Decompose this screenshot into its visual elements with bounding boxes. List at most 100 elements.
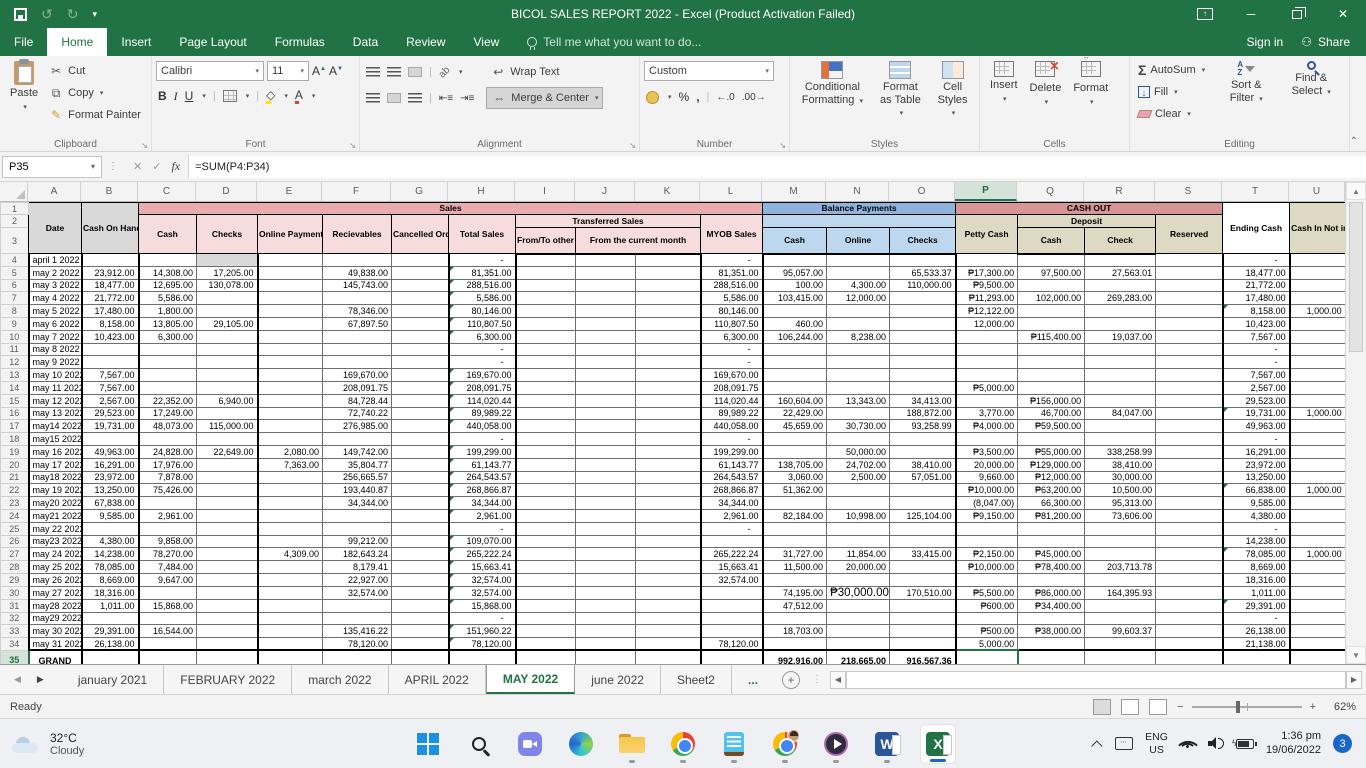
cell-T22[interactable]: 66,838.00 xyxy=(1222,483,1291,498)
cell-R8[interactable] xyxy=(1084,304,1157,318)
cell-R23[interactable]: 95,313.00 xyxy=(1084,496,1157,510)
cell-J9[interactable] xyxy=(575,316,636,331)
cell-N9[interactable] xyxy=(826,316,891,331)
column-header-S[interactable]: S xyxy=(1155,182,1222,201)
cell-I15[interactable] xyxy=(515,393,576,408)
cell-N23[interactable] xyxy=(826,496,891,510)
cell-J4[interactable] xyxy=(575,253,636,267)
cell-N16[interactable] xyxy=(826,406,891,421)
cell-G20[interactable] xyxy=(391,457,450,472)
header-cell-deposit[interactable]: Deposit xyxy=(1017,214,1157,228)
cell-F18[interactable] xyxy=(322,432,392,446)
cell-B11[interactable] xyxy=(81,342,140,357)
cell-N17[interactable]: 30,730.00 xyxy=(826,419,891,434)
cell-S9[interactable] xyxy=(1155,316,1224,331)
cell-M16[interactable]: 22,429.00 xyxy=(762,406,828,421)
cell-O19[interactable] xyxy=(889,444,957,459)
cell-N30[interactable]: ₱30,000.00 xyxy=(826,585,891,600)
cell-J28[interactable] xyxy=(575,560,636,574)
cell-U13[interactable] xyxy=(1289,368,1345,382)
column-header-Q[interactable]: Q xyxy=(1017,182,1084,201)
cell-M6[interactable]: 100.00 xyxy=(762,278,828,293)
cell-C25[interactable] xyxy=(138,521,197,536)
cell-M12[interactable] xyxy=(762,355,828,370)
cell-P32[interactable] xyxy=(955,611,1019,626)
cell-H29[interactable]: 32,574.00 xyxy=(448,572,517,587)
cell-B12[interactable] xyxy=(81,355,140,370)
cell-R31[interactable] xyxy=(1084,598,1157,613)
cell-U24[interactable] xyxy=(1289,508,1345,523)
cell-S21[interactable] xyxy=(1155,470,1224,485)
cell-L8[interactable]: 80,146.00 xyxy=(699,304,764,318)
cell-N18[interactable] xyxy=(826,432,891,446)
cell-P25[interactable] xyxy=(955,521,1019,536)
cell-B6[interactable]: 18,477.00 xyxy=(81,278,140,293)
cell-N5[interactable] xyxy=(826,265,891,280)
decrease-decimal-icon[interactable]: .00→ xyxy=(742,92,766,103)
cell-P9[interactable]: 12,000.00 xyxy=(955,316,1019,331)
cell-R18[interactable] xyxy=(1084,432,1157,446)
cell-J31[interactable] xyxy=(575,598,636,613)
align-right-icon[interactable] xyxy=(408,93,422,103)
cell-M30[interactable]: 74,195.00 xyxy=(762,585,828,600)
cell-U27[interactable]: 1,000.00 xyxy=(1289,547,1345,562)
cell-F23[interactable]: 34,344.00 xyxy=(322,496,392,510)
cell-G28[interactable] xyxy=(391,560,450,574)
cell-H35[interactable] xyxy=(448,649,517,664)
cell-I9[interactable] xyxy=(515,316,576,331)
cell-I20[interactable] xyxy=(515,457,576,472)
percent-style-icon[interactable]: % xyxy=(679,90,690,104)
cell-Q17[interactable]: ₱59,500.00 xyxy=(1017,419,1086,434)
cell-N32[interactable] xyxy=(826,611,891,626)
cell-N12[interactable] xyxy=(826,355,891,370)
cell-S19[interactable] xyxy=(1155,444,1224,459)
cell-J13[interactable] xyxy=(575,368,636,382)
row-header-34[interactable]: 34 xyxy=(0,637,29,651)
cell-T25[interactable]: - xyxy=(1222,521,1291,536)
cell-S13[interactable] xyxy=(1155,368,1224,382)
fill-color-icon[interactable]: ◇ xyxy=(266,88,275,104)
row-header-33[interactable]: 33 xyxy=(0,624,29,639)
undo-icon[interactable]: ↺ xyxy=(41,7,53,21)
cell-C23[interactable] xyxy=(138,496,197,510)
cell-K18[interactable] xyxy=(635,432,702,446)
cell-S7[interactable] xyxy=(1155,291,1224,306)
cell-L9[interactable]: 110,807.50 xyxy=(699,316,764,331)
cell-S27[interactable] xyxy=(1155,547,1224,562)
cell-B19[interactable]: 49,963.00 xyxy=(81,444,140,459)
cell-R19[interactable]: 338,258.99 xyxy=(1084,444,1157,459)
cell-O9[interactable] xyxy=(889,316,957,331)
cell-F29[interactable]: 22,927.00 xyxy=(322,572,392,587)
cell-M19[interactable] xyxy=(762,444,828,459)
cell-I5[interactable] xyxy=(515,265,576,280)
cell-D11[interactable] xyxy=(196,342,259,357)
cell-Q35[interactable] xyxy=(1017,649,1086,664)
cell-D7[interactable] xyxy=(196,291,259,306)
cell-J25[interactable] xyxy=(575,521,636,536)
cell-D34[interactable] xyxy=(196,637,259,651)
cell-A22[interactable]: may 19 2022 xyxy=(27,483,83,498)
cell-A5[interactable]: may 2 2022 xyxy=(27,265,83,280)
cell-I24[interactable] xyxy=(515,508,576,523)
cell-S32[interactable] xyxy=(1155,611,1224,626)
cell-G22[interactable] xyxy=(391,483,450,498)
cell-T9[interactable]: 10,423.00 xyxy=(1222,316,1291,331)
column-header-M[interactable]: M xyxy=(762,182,826,201)
cell-G9[interactable] xyxy=(391,316,450,331)
cell-A12[interactable]: may 9 2022 xyxy=(27,355,83,370)
cell-K23[interactable] xyxy=(635,496,702,510)
cell-P27[interactable]: ₱2,150.00 xyxy=(955,547,1019,562)
scroll-up-icon[interactable]: ▲ xyxy=(1346,182,1366,200)
cell-F30[interactable]: 32,574.00 xyxy=(322,585,392,600)
cell-E35[interactable] xyxy=(257,649,323,664)
cell-E18[interactable] xyxy=(257,432,323,446)
cell-B4[interactable] xyxy=(81,253,140,267)
underline-button[interactable]: U xyxy=(185,89,194,103)
cell-B30[interactable]: 18,316.00 xyxy=(81,585,140,600)
cell-K29[interactable] xyxy=(635,572,702,587)
cell-G10[interactable] xyxy=(391,329,450,344)
cell-R7[interactable]: 269,283.00 xyxy=(1084,291,1157,306)
cell-P7[interactable]: ₱11,293.00 xyxy=(955,291,1019,306)
cell-B13[interactable]: 7,567.00 xyxy=(81,368,140,382)
row-header-25[interactable]: 25 xyxy=(0,521,29,536)
